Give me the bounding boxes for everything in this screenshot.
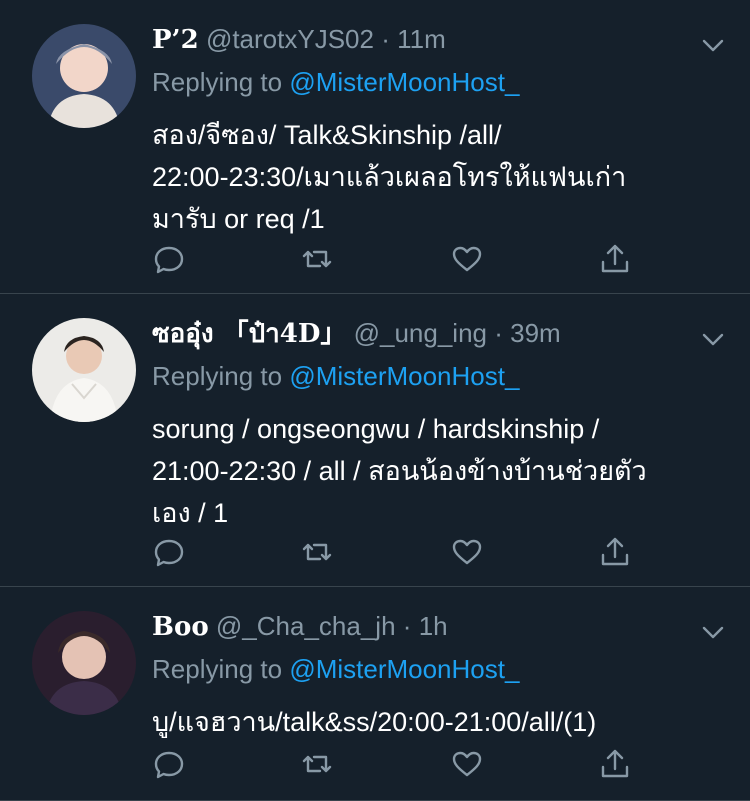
user-handle[interactable]: @_Cha_cha_jh — [216, 611, 396, 641]
mention-link[interactable]: @MisterMoonHost_ — [289, 361, 519, 391]
timestamp[interactable]: 1h — [419, 611, 448, 641]
reply-icon[interactable] — [152, 535, 186, 569]
tweet[interactable]: ซออุ๋ง 「ป๋า4D」 @_ung_ing · 39m Replying … — [0, 294, 750, 587]
tweet-actions — [152, 242, 632, 276]
replying-prefix: Replying to — [152, 361, 283, 391]
mention-link[interactable]: @MisterMoonHost_ — [289, 654, 519, 684]
replying-to-line: Replying to @MisterMoonHost_ — [152, 649, 730, 689]
tweet-text: สอง/จีซอง/ Talk&Skinship /all/ 22:00-23:… — [152, 120, 627, 234]
share-icon[interactable] — [598, 535, 632, 569]
share-icon[interactable] — [598, 242, 632, 276]
user-handle[interactable]: @_ung_ing — [354, 318, 487, 348]
tweet-content: P’2 @tarotxYJS02 · 11m Replying to @Mist… — [152, 0, 730, 240]
display-name[interactable]: ซออุ๋ง 「ป๋า4D」 — [152, 319, 346, 349]
avatar[interactable] — [32, 318, 136, 422]
retweet-icon[interactable] — [300, 242, 334, 276]
timestamp[interactable]: 39m — [510, 318, 561, 348]
avatar-image — [32, 318, 136, 422]
tweet-text: sorung / ongseongwu / hardskinship / 21:… — [152, 414, 647, 528]
tweet[interactable]: P’2 @tarotxYJS02 · 11m Replying to @Mist… — [0, 0, 750, 294]
chevron-down-icon[interactable] — [700, 613, 726, 639]
separator-dot: · — [402, 611, 412, 641]
avatar[interactable] — [32, 24, 136, 128]
tweet-header: Boo @_Cha_cha_jh · 1h — [152, 603, 730, 649]
tweet[interactable]: Boo @_Cha_cha_jh · 1h Replying to @Miste… — [0, 587, 750, 801]
avatar[interactable] — [32, 611, 136, 715]
like-icon[interactable] — [450, 535, 484, 569]
mention-link[interactable]: @MisterMoonHost_ — [289, 67, 519, 97]
separator-dot: · — [494, 318, 503, 348]
user-handle[interactable]: @tarotxYJS02 — [206, 24, 374, 54]
timestamp[interactable]: 11m — [397, 24, 446, 54]
reply-icon[interactable] — [152, 747, 186, 781]
like-icon[interactable] — [450, 242, 484, 276]
chevron-down-icon[interactable] — [700, 26, 726, 52]
separator-dot: · — [381, 24, 390, 54]
avatar-image — [32, 611, 136, 715]
tweet-actions — [152, 535, 632, 569]
replying-prefix: Replying to — [152, 67, 283, 97]
avatar-image — [32, 24, 136, 128]
tweet-actions — [152, 747, 632, 781]
display-name[interactable]: Boo — [152, 612, 209, 642]
retweet-icon[interactable] — [300, 535, 334, 569]
replying-to-line: Replying to @MisterMoonHost_ — [152, 356, 730, 396]
tweet-header: ซออุ๋ง 「ป๋า4D」 @_ung_ing · 39m — [152, 310, 730, 356]
replying-to-line: Replying to @MisterMoonHost_ — [152, 62, 730, 102]
tweet-content: ซออุ๋ง 「ป๋า4D」 @_ung_ing · 39m Replying … — [152, 294, 730, 534]
tweet-content: Boo @_Cha_cha_jh · 1h Replying to @Miste… — [152, 587, 730, 743]
tweet-text: บู/แจฮวาน/talk&ss/20:00-21:00/all/(1) — [152, 707, 597, 737]
display-name[interactable]: P’2 — [152, 25, 199, 55]
like-icon[interactable] — [450, 747, 484, 781]
tweet-header: P’2 @tarotxYJS02 · 11m — [152, 16, 730, 62]
share-icon[interactable] — [598, 747, 632, 781]
chevron-down-icon[interactable] — [700, 320, 726, 346]
reply-icon[interactable] — [152, 242, 186, 276]
retweet-icon[interactable] — [300, 747, 334, 781]
replying-prefix: Replying to — [152, 654, 283, 684]
